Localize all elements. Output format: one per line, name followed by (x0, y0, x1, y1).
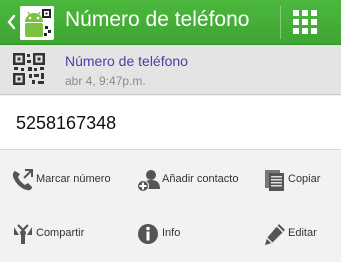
copy-icon (265, 170, 284, 191)
edit-button[interactable]: Editar (262, 213, 332, 257)
edit-pencil-icon (265, 224, 285, 245)
edit-label: Editar (288, 227, 317, 239)
share-icon (14, 224, 32, 244)
appbar-divider (280, 6, 281, 39)
format-name: Número de teléfono (65, 53, 188, 69)
info-icon (138, 224, 158, 244)
add-contact-label: Añadir contacto (162, 173, 239, 185)
scan-timestamp: abr 4, 9:47p.m. (65, 74, 146, 88)
add-contact-button[interactable]: Añadir contacto (136, 159, 246, 203)
back-chevron-icon[interactable] (7, 13, 17, 31)
info-button[interactable]: Info (136, 213, 216, 257)
qr-code-icon (13, 53, 45, 85)
dial-phone-icon (12, 169, 33, 191)
app-logo-icon[interactable] (20, 6, 54, 40)
add-contact-icon (137, 170, 160, 192)
share-label: Compartir (36, 227, 85, 239)
share-button[interactable]: Compartir (10, 213, 120, 257)
dial-number-button[interactable]: Marcar número (10, 159, 120, 203)
phone-number-value: 5258167348 (16, 113, 117, 133)
copy-label: Copiar (288, 173, 321, 185)
result-content: 5258167348 (0, 96, 341, 150)
info-label: Info (162, 227, 181, 239)
scan-header: Número de teléfono abr 4, 9:47p.m. (0, 45, 341, 95)
grid-menu-icon[interactable] (293, 10, 317, 34)
dial-number-label: Marcar número (36, 173, 111, 185)
copy-button[interactable]: Copiar (262, 159, 332, 203)
app-bar: Número de teléfono (0, 0, 341, 45)
app-title: Número de teléfono (65, 8, 250, 31)
